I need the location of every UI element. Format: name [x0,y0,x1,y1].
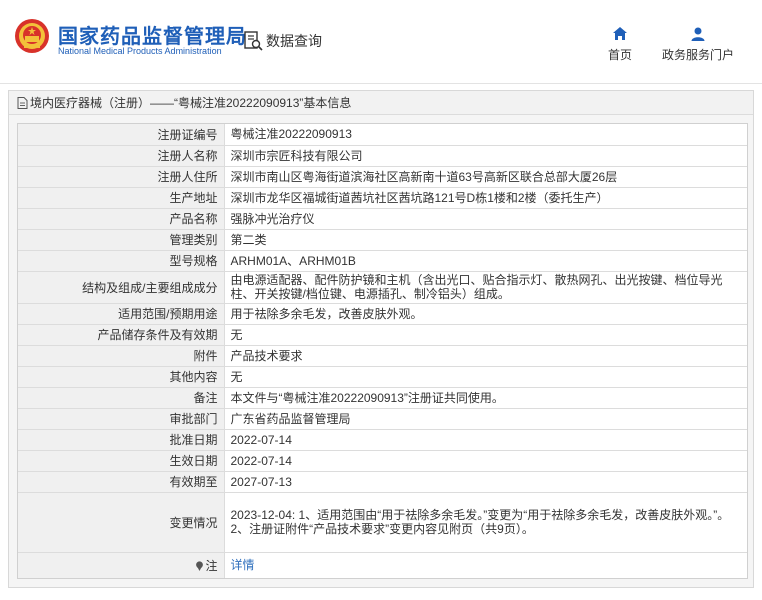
breadcrumb: 境内医疗器械（注册）——“粤械注准20222090913”基本信息 [9,91,753,115]
field-value: 产品技术要求 [224,345,747,367]
search-document-icon [244,31,263,51]
field-label: 注册人住所 [18,166,225,188]
field-label: 注册人名称 [18,145,225,167]
field-label: 管理类别 [18,229,225,251]
table-row: 注册人名称 深圳市宗匠科技有限公司 [18,145,747,167]
field-label: 附件 [18,345,225,367]
table-row: 审批部门 广东省药品监督管理局 [18,408,747,430]
table-row: 生效日期 2022-07-14 [18,450,747,472]
field-label: 产品储存条件及有效期 [18,324,225,346]
brand-subtitle: National Medical Products Administration [58,46,222,56]
change-line: 2023-12-04: 1、适用范围由“用于祛除多余毛发。”变更为“用于祛除多余… [230,508,730,522]
site-header: 国家药品监督管理局 National Medical Products Admi… [0,0,762,84]
table-row: 备注 本文件与“粤械注准20222090913”注册证共同使用。 [18,387,747,409]
field-label: 生效日期 [18,450,225,472]
field-label: 备注 [18,387,225,409]
field-label: 产品名称 [18,208,225,230]
user-icon [691,27,705,41]
table-row: 注册证编号 粤械注准20222090913 [18,124,747,146]
table-row: 生产地址 深圳市龙华区福城街道茜坑社区茜坑路121号D栋1楼和2楼（委托生产） [18,187,747,209]
field-value: 强脉冲光治疗仪 [224,208,747,230]
nav-service-portal-label: 政务服务门户 [661,48,734,62]
table-row: 管理类别 第二类 [18,229,747,251]
field-label: 结构及组成/主要组成成分 [18,271,225,304]
detail-panel: 境内医疗器械（注册）——“粤械注准20222090913”基本信息 注册证编号粤… [8,90,754,588]
field-value: 深圳市南山区粤海街道滨海社区高新南十道63号高新区联合总部大厦26层 [224,166,747,188]
nav-service-portal[interactable]: 政务服务门户 [652,26,744,63]
data-query-link[interactable]: 数据查询 [242,30,322,52]
note-label: 注 [205,558,218,573]
field-value: 第二类 [224,229,747,251]
field-value: 广东省药品监督管理局 [224,408,747,430]
field-value: ARHM01A、ARHM01B [224,250,747,272]
document-icon [17,96,28,109]
field-label: 有效期至 [18,471,225,493]
field-label: 注册证编号 [18,124,225,146]
field-value: 2022-07-14 [224,429,747,451]
field-value: 2022-07-14 [224,450,747,472]
detail-table: 注册证编号 粤械注准20222090913 注册人名称 深圳市宗匠科技有限公司 注册… [17,123,748,579]
table-row: 有效期至 2027-07-13 [18,471,747,493]
field-value: 用于祛除多余毛发，改善皮肤外观。 [224,303,747,325]
national-emblem-logo[interactable] [14,18,50,54]
table-row: 产品储存条件及有效期无 [18,324,747,346]
field-label: 批准日期 [18,429,225,451]
field-label-note: 注 [18,552,225,578]
field-value: 无 [224,324,747,346]
pin-icon [196,561,204,571]
change-history: 2023-12-04: 1、适用范围由“用于祛除多余毛发。”变更为“用于祛除多余… [224,492,747,553]
field-value: 由电源适配器、配件防护镜和主机（含出光口、贴合指示灯、散热网孔、出光按键、档位导… [224,271,747,304]
table-row: 其他内容无 [18,366,747,388]
field-value: 粤械注准20222090913 [224,124,747,146]
breadcrumb-text: 境内医疗器械（注册）——“粤械注准20222090913”基本信息 [30,95,352,110]
nav-home-label: 首页 [607,48,632,62]
field-value: 深圳市宗匠科技有限公司 [224,145,747,167]
table-row: 批准日期 2022-07-14 [18,429,747,451]
field-value: 深圳市龙华区福城街道茜坑社区茜坑路121号D栋1楼和2楼（委托生产） [224,187,747,209]
field-value: 无 [224,366,747,388]
table-row: 变更情况 2023-12-04: 1、适用范围由“用于祛除多余毛发。”变更为“用… [18,492,747,553]
field-value: 本文件与“粤械注准20222090913”注册证共同使用。 [224,387,747,409]
field-label: 型号规格 [18,250,225,272]
field-label: 其他内容 [18,366,225,388]
field-label: 变更情况 [18,492,225,553]
table-row: 附件 产品技术要求 [18,345,747,367]
field-label: 生产地址 [18,187,225,209]
data-query-label: 数据查询 [266,33,322,49]
table-row: 注 详情 [18,552,747,578]
table-row: 产品名称 强脉冲光治疗仪 [18,208,747,230]
field-value: 详情 [224,552,747,578]
table-row: 型号规格 ARHM01A、ARHM01B [18,250,747,272]
table-row: 适用范围/预期用途 用于祛除多余毛发，改善皮肤外观。 [18,303,747,325]
details-link[interactable]: 详情 [231,558,255,572]
brand-title[interactable]: 国家药品监督管理局 [58,20,247,49]
table-row: 结构及组成/主要组成成分 由电源适配器、配件防护镜和主机（含出光口、贴合指示灯、散… [18,271,747,304]
nav-home[interactable]: 首页 [600,26,640,63]
field-label: 审批部门 [18,408,225,430]
field-label: 适用范围/预期用途 [18,303,225,325]
field-value: 2027-07-13 [224,471,747,493]
table-row: 注册人住所 深圳市南山区粤海街道滨海社区高新南十道63号高新区联合总部大厦26层 [18,166,747,188]
change-line: 2、注册证附件“产品技术要求”变更内容见附页（共9页）。 [230,522,534,536]
home-icon [613,27,627,40]
